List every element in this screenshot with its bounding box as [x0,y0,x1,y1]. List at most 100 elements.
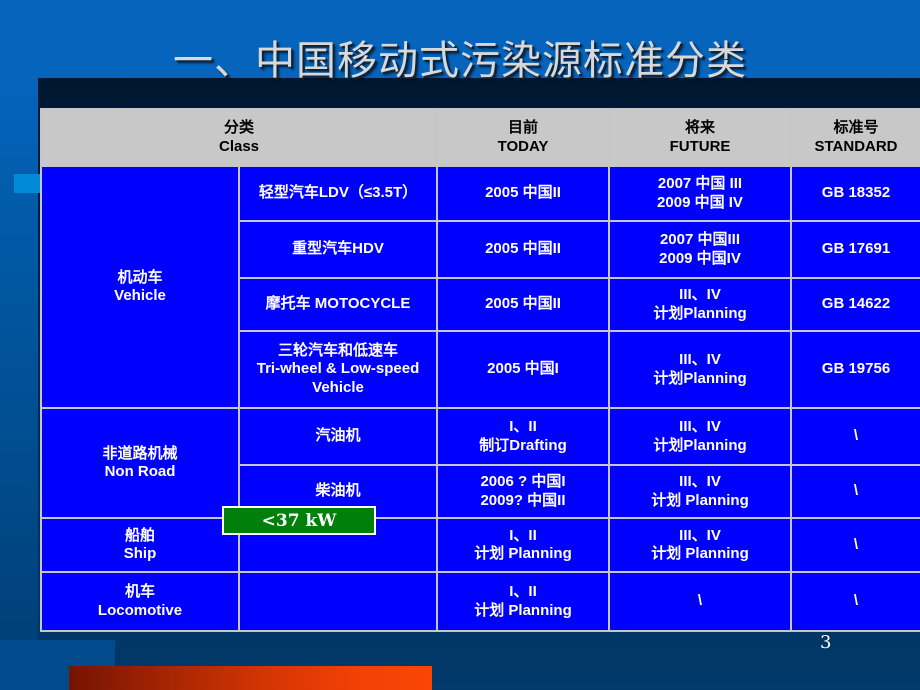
subclass-line-3: Vehicle [312,378,364,396]
column-header-standard: 标准号 STANDARD [790,108,920,167]
subclass-line: 汽油机 [315,427,361,445]
power-threshold-callout: <37 kW [222,506,376,535]
subclass-cell: 轻型汽车LDV（≤3.5T） [238,165,438,222]
column-header-class-cn: 分类 [223,119,254,137]
category-cell-non-road: 非道路机械 Non Road [40,407,240,519]
subclass-line-2: Tri-wheel & Low-speed [256,360,420,378]
subclass-cell: 重型汽车HDV [238,220,438,279]
today-line: 2005 中国II [485,295,561,313]
today-cell: I、II 制订Drafting [436,407,610,466]
today-line-2: 2009? 中国II [480,491,566,509]
column-header-standard-en: STANDARD [814,137,898,155]
table-header: 分类 Class 目前 TODAY 将来 FUTURE 标准号 STANDARD [40,108,920,167]
standard-value: GB 18352 [821,184,891,202]
category-cell-locomotive: 机车 Locomotive [40,571,240,632]
subclass-cell: 摩托车 MOTOCYCLE [238,277,438,332]
column-header-today: 目前 TODAY [436,108,610,167]
future-line-1: III、IV [679,286,721,304]
column-header-future-cn: 将来 [684,119,715,137]
category-cell-ship: 船舶 Ship [40,517,240,573]
table-row: 机动车 Vehicle 轻型汽车LDV（≤3.5T） 2005 中国II 200… [40,165,920,409]
column-header-today-en: TODAY [497,137,549,155]
subclass-cell [238,571,438,632]
future-cell: III、IV 计划Planning [608,407,792,466]
table-row: 非道路机械 Non Road 汽油机 I、II 制订Drafting III、I… [40,407,920,519]
today-cell: 2005 中国II [436,165,610,222]
future-line-2: 2009 中国IV [659,249,741,267]
standard-cell: \ [790,571,920,632]
category-non-road-en: Non Road [104,463,176,480]
standards-table: 分类 Class 目前 TODAY 将来 FUTURE 标准号 STANDARD [40,108,920,632]
future-cell: \ [608,571,792,632]
subclass-line-1: 三轮汽车和低速车 [277,342,398,360]
table-body: 机动车 Vehicle 轻型汽车LDV（≤3.5T） 2005 中国II 200… [40,165,920,632]
future-line-1: III、IV [679,526,721,544]
today-line-2: 制订Drafting [479,436,567,454]
slide-canvas: 一、中国移动式污染源标准分类 分类 Class 目前 TODAY 将来 FUTU… [0,0,920,690]
category-vehicle-cn: 机动车 [117,268,163,286]
standard-value: GB 14622 [821,295,891,313]
category-locomotive-en: Locomotive [97,601,183,619]
future-cell: 2007 中国 III 2009 中国 IV [608,165,792,222]
standard-cell: GB 19756 [790,330,920,409]
column-header-class-en: Class [218,137,260,155]
subclass-line: 摩托车 MOTOCYCLE [265,295,411,313]
future-line-2: 计划Planning [653,304,747,322]
future-cell: III、IV 计划 Planning [608,464,792,519]
future-cell: III、IV 计划 Planning [608,517,792,573]
standard-value: \ [853,427,859,445]
column-header-future: 将来 FUTURE [608,108,792,167]
category-locomotive-cn: 机车 [124,583,155,601]
today-cell: 2005 中国II [436,277,610,332]
table-row: 机车 Locomotive I、II 计划 Planning \ \ [40,571,920,632]
future-cell: III、IV 计划Planning [608,330,792,409]
future-line-2: 计划Planning [653,369,747,387]
standard-cell: GB 17691 [790,220,920,279]
standard-cell: GB 18352 [790,165,920,222]
future-cell: III、IV 计划Planning [608,277,792,332]
slide-background-left-band [0,0,38,690]
category-cell-vehicle: 机动车 Vehicle [40,165,240,409]
table-header-row: 分类 Class 目前 TODAY 将来 FUTURE 标准号 STANDARD [40,108,920,167]
column-header-class: 分类 Class [40,108,438,167]
future-line-2: 2009 中国 IV [657,193,743,211]
standard-cell: GB 14622 [790,277,920,332]
future-line-2: 计划 Planning [651,545,749,562]
today-cell: 2005 中国II [436,220,610,279]
page-title: 一、中国移动式污染源标准分类 [173,38,747,84]
today-line-1: I、II [509,418,537,436]
future-line-1: III、IV [679,418,721,436]
today-line-1: I、II [509,583,537,601]
standard-cell: \ [790,464,920,519]
today-line-2: 计划 Planning [474,545,572,562]
page-number: 3 [820,632,832,653]
today-cell: 2006 ? 中国I 2009? 中国II [436,464,610,519]
standard-value: \ [853,482,859,500]
decorative-bottom-bar [69,666,432,690]
standard-cell: \ [790,407,920,466]
standard-value: GB 17691 [821,240,891,258]
future-line-1: III、IV [679,473,721,491]
today-cell: I、II 计划 Planning [436,571,610,632]
standard-value: \ [853,592,859,610]
category-vehicle-en: Vehicle [114,287,166,304]
standard-value: \ [853,535,859,553]
column-header-standard-cn: 标准号 [833,119,879,137]
today-line: 2005 中国I [487,360,559,378]
today-line-1: 2006 ? 中国I [480,473,566,491]
future-line-1: 2007 中国 III [657,175,743,193]
today-line-1: I、II [509,526,537,544]
category-ship-cn: 船舶 [124,526,155,544]
column-header-future-en: FUTURE [669,137,731,155]
decorative-accent-square [14,174,40,193]
subclass-cell: 三轮汽车和低速车 Tri-wheel & Low-speed Vehicle [238,330,438,409]
future-line-2: 计划Planning [653,436,747,454]
today-line-2: 计划 Planning [474,601,572,619]
subclass-line: 重型汽车HDV [292,240,384,258]
subclass-line: 柴油机 [315,482,361,500]
today-line: 2005 中国II [485,184,561,202]
table-row: 船舶 Ship I、II 计划 Planning III、IV 计划 Plann… [40,517,920,573]
category-ship-en: Ship [123,545,157,562]
subclass-line: 轻型汽车LDV（≤3.5T） [258,184,418,202]
power-threshold-label: <37 kW [261,510,337,531]
